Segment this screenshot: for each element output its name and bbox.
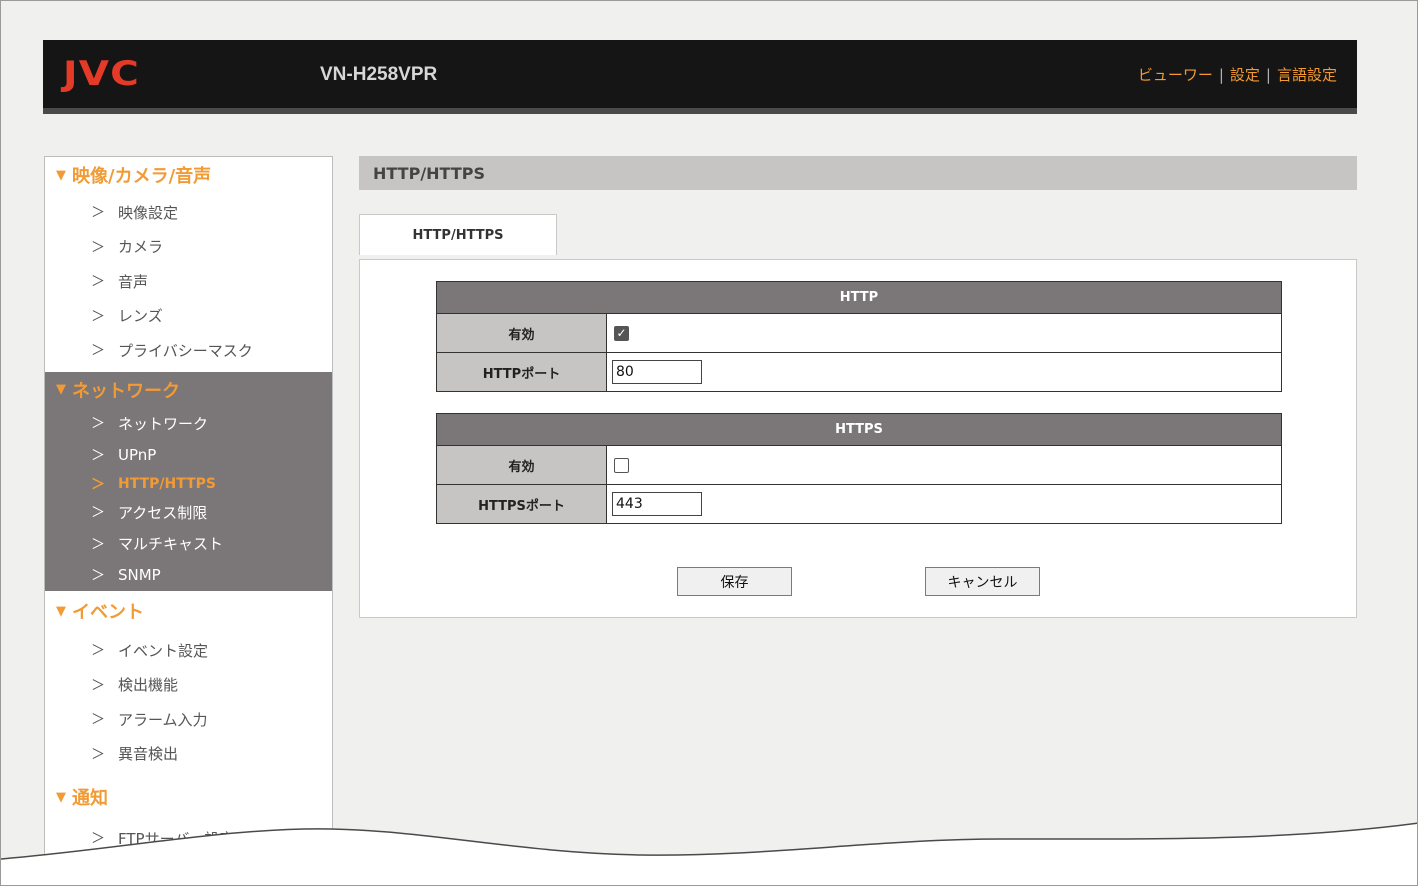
chevron-right-icon: ＞ [91, 205, 105, 222]
sidebar-item-label: 検出機能 [118, 676, 179, 695]
sidebar-item-label: アクセス制限 [118, 503, 208, 522]
jvc-logo: JVC [63, 54, 140, 94]
chevron-right-icon: ＞ [91, 746, 105, 763]
sidebar-item-video-settings[interactable]: ＞ 映像設定 [45, 195, 332, 230]
page-title: HTTP/HTTPS [359, 156, 1357, 190]
sidebar-section-notification: ▼ 通知 ＞ FTPサーバー設定 [45, 777, 332, 862]
sidebar-item-event-settings[interactable]: ＞ イベント設定 [45, 633, 332, 668]
sidebar-item-label: レンズ [118, 307, 163, 326]
chevron-right-icon: ＞ [91, 712, 105, 729]
sidebar-item-label: SNMP [118, 566, 161, 585]
nav-language-link[interactable]: 言語設定 [1277, 64, 1337, 85]
chevron-right-icon: ＞ [91, 505, 105, 522]
sidebar-item-label: マルチキャスト [118, 535, 224, 554]
sidebar-section-header-network[interactable]: ▼ ネットワーク [45, 372, 332, 408]
sidebar-item-label: ネットワーク [118, 414, 209, 433]
settings-panel: HTTP 有効 ✓ HTTPポート HTTPS 有効 HTTPSポート 保存 キ… [359, 259, 1357, 618]
http-port-input[interactable] [612, 360, 702, 384]
sidebar-section-header-event[interactable]: ▼ イベント [45, 591, 332, 631]
http-port-cell [606, 352, 1282, 392]
sidebar-item-network[interactable]: ＞ ネットワーク [45, 408, 332, 440]
sidebar-section-header-notification[interactable]: ▼ 通知 [45, 777, 332, 817]
sidebar-item-label: UPnP [118, 445, 157, 464]
sidebar-item-label: HTTP/HTTPS [118, 475, 216, 492]
sidebar-item-label: アラーム入力 [118, 710, 208, 729]
triangle-down-icon: ▼ [56, 603, 66, 619]
chevron-right-icon: ＞ [91, 476, 105, 493]
chevron-right-icon: ＞ [91, 416, 105, 433]
https-port-cell [606, 484, 1282, 524]
https-port-input[interactable] [612, 492, 702, 516]
chevron-right-icon: ＞ [91, 568, 105, 585]
sidebar-item-http-https[interactable]: ＞ HTTP/HTTPS [45, 471, 332, 497]
section-title: イベント [72, 602, 144, 623]
http-enable-checkbox[interactable]: ✓ [614, 325, 629, 341]
sidebar-item-label: 音声 [118, 272, 149, 291]
section-title: 映像/カメラ/音声 [72, 166, 212, 187]
nav-separator: | [1265, 65, 1271, 84]
triangle-down-icon: ▼ [56, 382, 66, 397]
sidebar-item-ftp-server[interactable]: ＞ FTPサーバー設定 [45, 821, 332, 856]
chevron-right-icon: ＞ [91, 643, 105, 660]
sidebar-item-label: プライバシーマスク [118, 341, 253, 360]
sidebar-section-header-video[interactable]: ▼ 映像/カメラ/音声 [45, 157, 332, 193]
sidebar-menu: ▼ 映像/カメラ/音声 ＞ 映像設定 ＞ カメラ ＞ 音声 ＞ レンズ ＞ プライバシーマ… [44, 156, 333, 885]
sidebar-item-alarm-input[interactable]: ＞ アラーム入力 [45, 702, 332, 737]
https-settings-table: HTTPS 有効 HTTPSポート [436, 413, 1282, 524]
sidebar-item-privacy-mask[interactable]: ＞ プライバシーマスク [45, 333, 332, 368]
http-enable-label: 有効 [436, 313, 607, 353]
chevron-right-icon: ＞ [91, 274, 105, 291]
top-header: JVC VN-H258VPR ビューワー | 設定 | 言語設定 [43, 40, 1357, 114]
sidebar-item-audio[interactable]: ＞ 音声 [45, 264, 332, 299]
chevron-right-icon: ＞ [91, 831, 105, 848]
header-underline [43, 108, 1357, 114]
sidebar-item-camera[interactable]: ＞ カメラ [45, 230, 332, 265]
http-settings-table: HTTP 有効 ✓ HTTPポート [436, 281, 1282, 392]
http-enable-cell: ✓ [606, 313, 1282, 353]
triangle-down-icon: ▼ [56, 789, 66, 805]
sidebar-item-access-restriction[interactable]: ＞ アクセス制限 [45, 497, 332, 529]
https-enable-label: 有効 [436, 445, 607, 485]
sidebar-item-upnp[interactable]: ＞ UPnP [45, 439, 332, 471]
sidebar-item-lens[interactable]: ＞ レンズ [45, 299, 332, 334]
sidebar-item-multicast[interactable]: ＞ マルチキャスト [45, 528, 332, 560]
save-button[interactable]: 保存 [677, 567, 792, 596]
tab-http-https[interactable]: HTTP/HTTPS [359, 214, 557, 255]
sidebar-item-label: 映像設定 [118, 203, 179, 222]
nav-settings-link[interactable]: 設定 [1230, 64, 1260, 85]
chevron-right-icon: ＞ [91, 239, 105, 256]
nav-viewer-link[interactable]: ビューワー [1138, 64, 1213, 85]
section-title: 通知 [72, 788, 108, 809]
sidebar-item-snmp[interactable]: ＞ SNMP [45, 560, 332, 592]
nav-separator: | [1218, 65, 1224, 84]
sidebar-item-label: FTPサーバー設定 [118, 829, 235, 848]
http-port-label: HTTPポート [436, 352, 607, 392]
chevron-right-icon: ＞ [91, 343, 105, 360]
chevron-right-icon: ＞ [91, 677, 105, 694]
https-enable-checkbox[interactable] [614, 457, 629, 473]
sidebar-item-detection[interactable]: ＞ 検出機能 [45, 668, 332, 703]
top-nav: ビューワー | 設定 | 言語設定 [1138, 64, 1337, 85]
section-title: ネットワーク [72, 380, 180, 402]
triangle-down-icon: ▼ [56, 167, 66, 183]
model-name: VN-H258VPR [320, 64, 438, 85]
https-table-heading: HTTPS [436, 413, 1282, 446]
sidebar-item-label: 異音検出 [118, 745, 179, 764]
chevron-right-icon: ＞ [91, 447, 105, 464]
https-enable-cell [606, 445, 1282, 485]
https-port-label: HTTPSポート [436, 484, 607, 524]
browser-page: JVC VN-H258VPR ビューワー | 設定 | 言語設定 ▼ 映像/カメ… [0, 0, 1418, 886]
sidebar-item-label: イベント設定 [118, 641, 209, 660]
chevron-right-icon: ＞ [91, 536, 105, 553]
sidebar-item-label: カメラ [118, 238, 164, 257]
sidebar-section-network: ▼ ネットワーク ＞ ネットワーク ＞ UPnP ＞ HTTP/HTTPS ＞ アクセス… [45, 371, 332, 592]
cancel-button[interactable]: キャンセル [925, 567, 1040, 596]
chevron-right-icon: ＞ [91, 308, 105, 325]
sidebar-item-audio-detection[interactable]: ＞ 異音検出 [45, 737, 332, 772]
sidebar-section-video: ▼ 映像/カメラ/音声 ＞ 映像設定 ＞ カメラ ＞ 音声 ＞ レンズ ＞ プライバシーマ… [45, 157, 332, 372]
sidebar-section-event: ▼ イベント ＞ イベント設定 ＞ 検出機能 ＞ アラーム入力 ＞ 異音検出 [45, 591, 332, 777]
http-table-heading: HTTP [436, 281, 1282, 314]
